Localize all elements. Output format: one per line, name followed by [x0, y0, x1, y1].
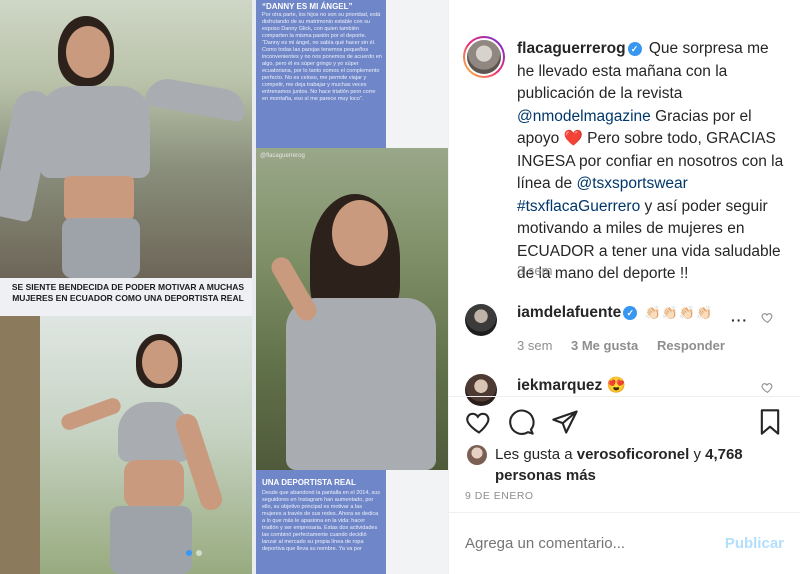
post-caption: flacaguerrerog ✓ Que sorpresa me he lleva…: [517, 38, 787, 286]
likes-prefix: Les gusta a: [495, 446, 573, 463]
magazine-body-top: Por otra parte, los hijos no son su prio…: [262, 12, 382, 102]
comment-like-count[interactable]: 3 Me gusta: [571, 338, 638, 353]
red-heart-emoji: ❤️: [563, 130, 583, 147]
liker-username[interactable]: verosoficoronel: [577, 446, 690, 463]
magazine-heading-bottom: UNA DEPORTISTA REAL: [262, 478, 356, 487]
likes-conj: y: [693, 446, 701, 463]
comment-row: iamdelafuente ✓ 👏🏻👏🏻👏🏻👏🏻: [517, 304, 713, 322]
magazine-margin-top: [386, 0, 448, 148]
figure-head: [142, 340, 178, 384]
liker-avatar[interactable]: [467, 445, 487, 465]
comment-timestamp: 3 sem: [517, 338, 553, 353]
heart-outline-icon[interactable]: [465, 408, 493, 436]
figure-head: [332, 200, 388, 266]
comment-username[interactable]: iekmarquez: [517, 377, 602, 394]
mention-tsxsportswear[interactable]: @tsxsportswear: [576, 175, 687, 192]
figure-leggings: [110, 506, 192, 574]
magazine-margin-bottom: [386, 470, 448, 574]
comment-like-heart-icon[interactable]: [761, 381, 774, 394]
bookmark-icon[interactable]: [756, 408, 784, 436]
publish-button[interactable]: Publicar: [725, 535, 784, 552]
post-photo[interactable]: SE SIENTE BENDECIDA DE PODER MOTIVAR A M…: [0, 0, 448, 574]
figure-arm-right: [144, 75, 248, 123]
comment-input[interactable]: [465, 535, 695, 552]
comment-like-heart-icon[interactable]: [761, 311, 774, 324]
caption-timestamp: 3 sem: [517, 263, 553, 278]
commenter-avatar[interactable]: [465, 304, 497, 336]
comment-text: 👏🏻👏🏻👏🏻👏🏻: [644, 305, 714, 320]
figure-leggings: [62, 218, 140, 278]
section-divider: [449, 512, 800, 513]
figure-top: [286, 298, 436, 470]
author-avatar[interactable]: [463, 36, 505, 78]
carousel-dots: [186, 550, 202, 556]
tree-trunk: [0, 316, 40, 574]
figure-arm-left: [59, 395, 123, 433]
reply-button[interactable]: Responder: [657, 338, 725, 353]
verified-badge-icon: ✓: [627, 42, 642, 56]
magazine-photo-right: [256, 148, 448, 470]
figure-top: [40, 86, 150, 178]
magazine-photo-bottom-left: [0, 316, 252, 574]
carousel-dot: [196, 550, 202, 556]
ellipsis-icon[interactable]: ···: [731, 312, 748, 328]
figure-abs: [124, 460, 184, 508]
magazine-instagram-handle: @flacaguerrerog: [260, 153, 305, 159]
verified-badge-icon: ✓: [623, 306, 638, 320]
hashtag-tsxflacaguerrero[interactable]: #tsxflacaGuerrero: [517, 198, 640, 215]
figure-waist: [64, 176, 134, 220]
carousel-dot-active: [186, 550, 192, 556]
magazine-caption: SE SIENTE BENDECIDA DE PODER MOTIVAR A M…: [11, 282, 245, 303]
post-date: 9 DE ENERO: [465, 490, 534, 502]
comment-username[interactable]: iamdelafuente: [517, 304, 621, 321]
magazine-photo-top-left: [0, 0, 252, 278]
commenter-avatar[interactable]: [465, 374, 497, 406]
speech-bubble-icon[interactable]: [507, 408, 535, 436]
post-sidebar: flacaguerrerog ✓ Que sorpresa me he lleva…: [448, 0, 800, 574]
magazine-heading-top: “DANNY ES MI ÁNGEL”: [262, 2, 353, 11]
action-bar: [465, 408, 784, 440]
likes-summary: Les gusta a verosoficoronel y 4,768 pers…: [495, 444, 775, 486]
paper-plane-icon[interactable]: [551, 408, 579, 436]
magazine-body-bottom: Desde que abandonó la pantalla en el 201…: [262, 490, 381, 552]
comment-row: iekmarquez 😍: [517, 376, 626, 395]
mention-nmodelmagazine[interactable]: @nmodelmagazine: [517, 108, 651, 125]
caption-username[interactable]: flacaguerrerog: [517, 40, 626, 57]
figure-head: [66, 26, 110, 78]
section-divider: [449, 396, 800, 397]
comment-text: 😍: [606, 377, 626, 394]
